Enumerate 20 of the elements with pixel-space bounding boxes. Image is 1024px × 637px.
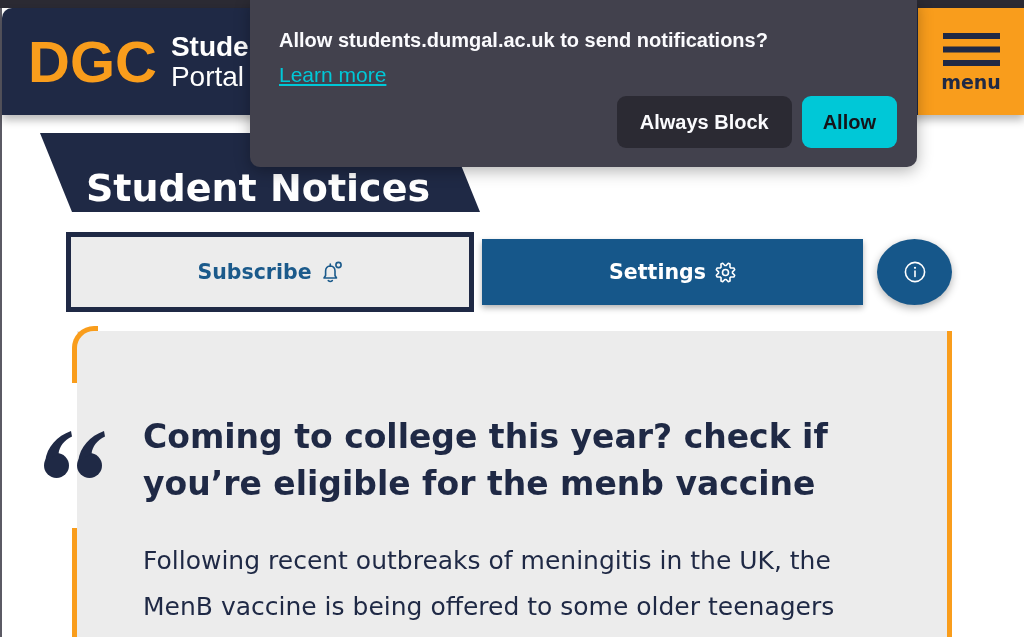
notice-heading: Coming to college this year? check if you’re eligible for the menb vaccine <box>143 416 829 505</box>
prompt-message: Allow students.dumgal.ac.uk to send notifications? <box>279 28 768 52</box>
card-corner-accent <box>72 326 98 383</box>
menu-button[interactable]: menu <box>918 8 1024 115</box>
settings-button[interactable]: Settings <box>482 239 863 305</box>
info-button[interactable] <box>877 239 952 305</box>
quote-icon <box>44 430 105 478</box>
info-icon <box>903 261 926 283</box>
allow-button[interactable]: Allow <box>801 96 897 148</box>
college-logo: DGC <box>28 32 157 91</box>
site-title: Stude <box>170 31 249 62</box>
bell-icon <box>320 261 343 283</box>
page-title: Student Notices <box>86 169 431 207</box>
gear-icon <box>714 261 736 283</box>
block-button[interactable]: Always Block <box>616 96 792 148</box>
notice-text: Following recent outbreaks of meningitis in the UK, the MenB vaccine is being offered to some older teenagers <box>143 545 836 623</box>
subscribe-button[interactable]: Subscribe <box>66 232 474 312</box>
learn-more-link[interactable]: Learn more <box>279 63 387 87</box>
menu-icon <box>942 33 1000 66</box>
site-subtitle: Portal <box>170 61 246 92</box>
